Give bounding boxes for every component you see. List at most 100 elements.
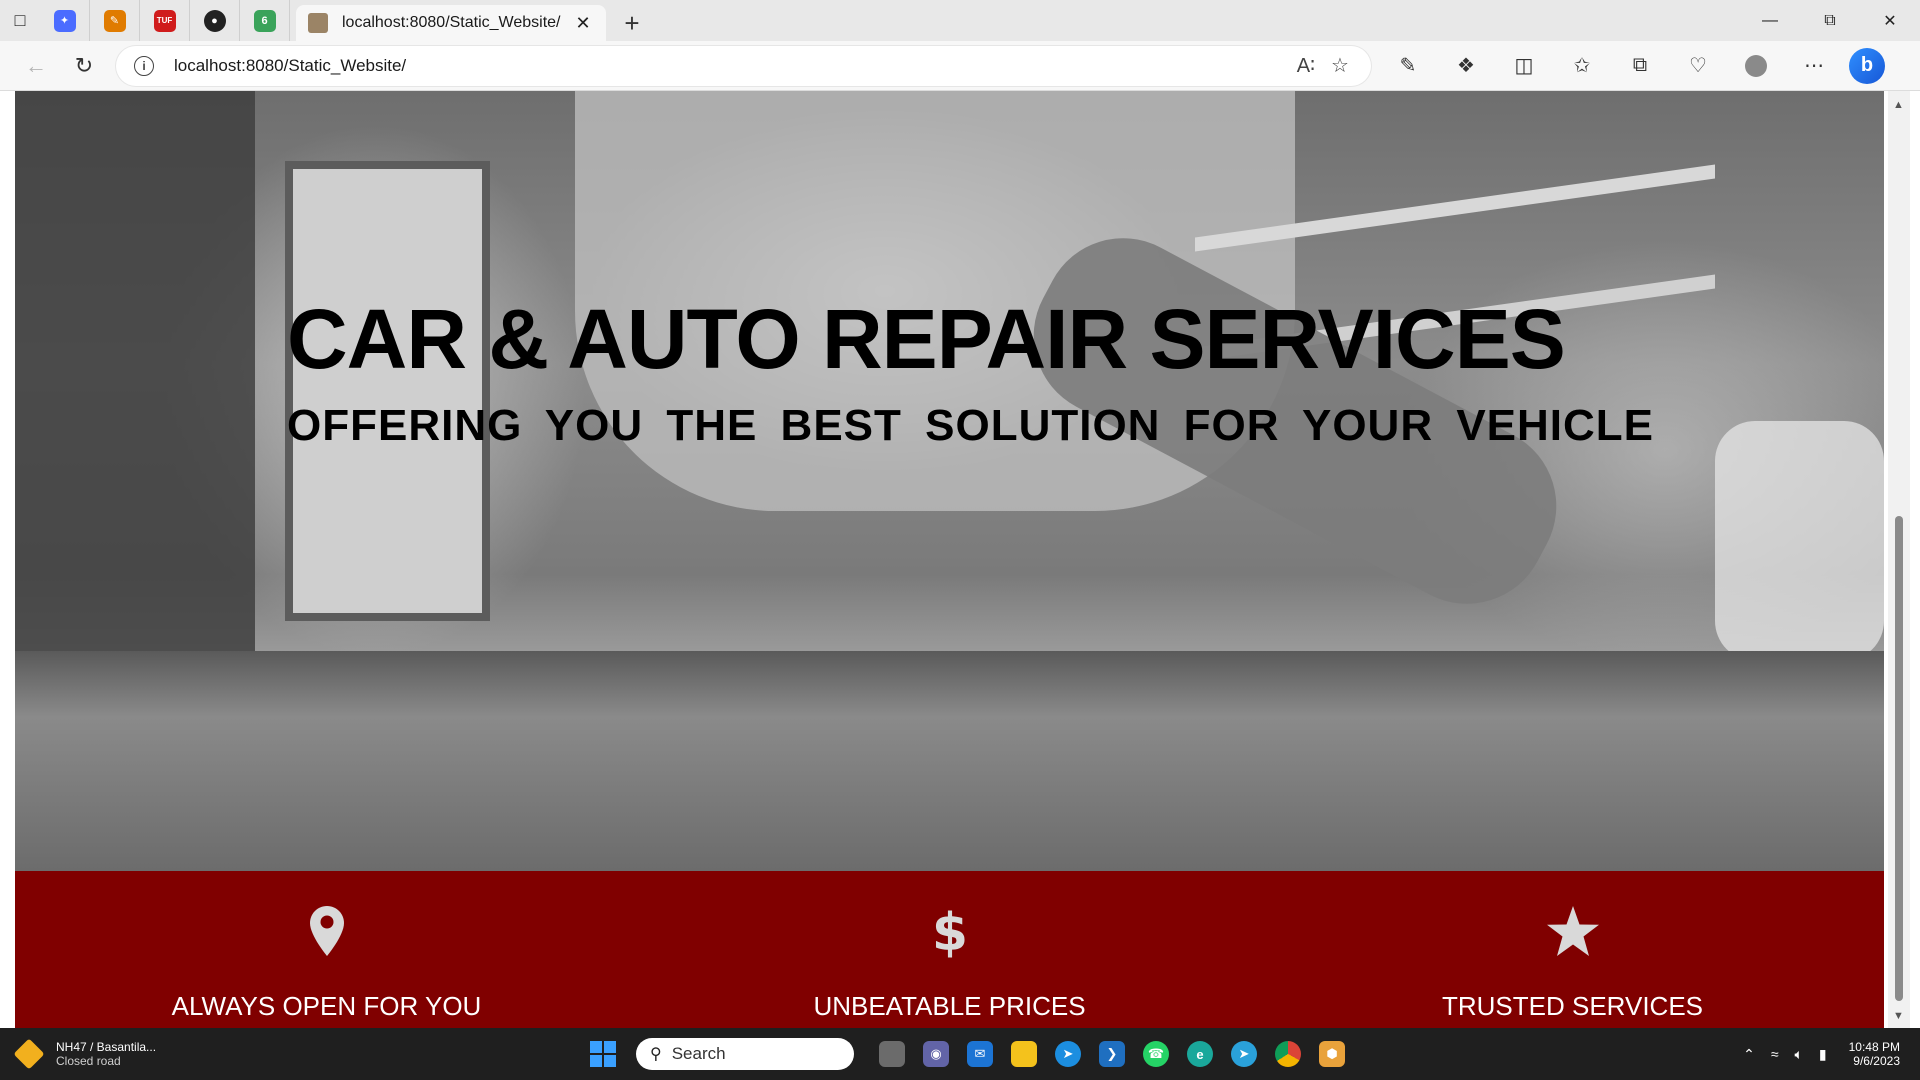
compass-glyph: ➤ (1055, 1041, 1081, 1067)
hero-background-shape (1715, 421, 1884, 661)
refresh-icon[interactable]: ↻ (60, 46, 108, 86)
feature-label: TRUSTED SERVICES (1441, 991, 1703, 1021)
telegram-icon[interactable]: ➤ (1222, 1032, 1266, 1076)
task-view-glyph (879, 1041, 905, 1067)
clock-date: 9/6/2023 (1853, 1054, 1900, 1068)
active-tab[interactable]: localhost:8080/Static_Website/ ✕ (296, 5, 606, 41)
search-input[interactable]: Search (672, 1044, 726, 1064)
favorites-icon[interactable]: ✩ (1553, 46, 1611, 86)
system-tray: ⌃ ≈ 🔈︎ ▮ 10:48 PM 9/6/2023 (1735, 1028, 1900, 1080)
more-options-icon[interactable]: ⋯ (1785, 46, 1843, 86)
search-icon: ⚲ (650, 1046, 662, 1063)
back-icon[interactable]: ← (12, 46, 60, 86)
hero-background-shape (285, 161, 490, 621)
clock[interactable]: 10:48 PM 9/6/2023 (1849, 1040, 1900, 1068)
mail-glyph: ✉ (967, 1041, 993, 1067)
clock-time: 10:48 PM (1848, 1040, 1900, 1054)
scroll-down-icon[interactable]: ▼ (1893, 1010, 1904, 1022)
address-toolbar: ← ↻ i localhost:8080/Static_Website/ A∶ … (0, 41, 1920, 91)
profile-icon[interactable] (1727, 46, 1785, 86)
taskbar-apps: ⚲ Search ◉ ✉ ➤ ❯ ☎ e ➤ ⬢ (590, 1028, 1354, 1080)
mail-icon[interactable]: ✉ (958, 1032, 1002, 1076)
leaf-icon: 6 (253, 9, 276, 32)
vscode-icon[interactable]: ❯ (1090, 1032, 1134, 1076)
pen-extension-icon[interactable]: ✎ (1379, 46, 1437, 86)
address-bar[interactable]: i localhost:8080/Static_Website/ A∶ ☆ (116, 45, 1371, 86)
brush-icon: ✎ (103, 9, 126, 32)
feature-trusted-services: TRUSTED SERVICES (1261, 871, 1884, 1028)
close-window-icon[interactable]: ✕ (1860, 0, 1920, 41)
task-view-icon[interactable] (870, 1032, 914, 1076)
hero-title: CAR & AUTO REPAIR SERVICES (287, 292, 1566, 386)
volume-icon[interactable]: 🔈︎ (1795, 1046, 1803, 1063)
road-warning-icon (13, 1038, 45, 1070)
favicon-icon (308, 13, 328, 33)
teams-glyph: ◉ (923, 1041, 949, 1067)
chevron-up-icon[interactable]: ⌃ (1743, 1046, 1755, 1063)
tab-title: localhost:8080/Static_Website/ (342, 14, 561, 31)
close-tab-icon[interactable]: ✕ (572, 13, 594, 34)
file-explorer-icon[interactable] (1002, 1032, 1046, 1076)
read-aloud-icon[interactable]: A∶ (1289, 53, 1323, 78)
avatar (1745, 54, 1767, 77)
edge-icon[interactable]: e (1178, 1032, 1222, 1076)
teams-icon[interactable]: ◉ (914, 1032, 958, 1076)
tab-bar: □ ✦ ✎ TUF ● 6 localhost:8080/Static_Webs… (0, 0, 1920, 41)
feature-unbeatable-prices: $ UNBEATABLE PRICES (638, 871, 1261, 1028)
pinned-tab-3[interactable]: TUF (140, 0, 190, 41)
tuf-icon: TUF (153, 9, 176, 32)
whatsapp-icon[interactable]: ☎ (1134, 1032, 1178, 1076)
battery-icon[interactable]: ▮ (1819, 1046, 1827, 1063)
bing-copilot-icon[interactable]: b (1849, 47, 1885, 84)
url-input[interactable]: localhost:8080/Static_Website/ (174, 56, 1289, 76)
feature-label: UNBEATABLE PRICES (813, 991, 1086, 1021)
vscode-glyph: ❯ (1099, 1041, 1125, 1067)
new-tab-button[interactable]: + (612, 5, 652, 41)
split-screen-icon[interactable]: ◫ (1495, 46, 1553, 86)
extensions-icon[interactable]: ❖ (1437, 46, 1495, 86)
app-extra-icon[interactable]: ⬢ (1310, 1032, 1354, 1076)
safari-icon[interactable]: ➤ (1046, 1032, 1090, 1076)
features-band: ALWAYS OPEN FOR YOU $ UNBEATABLE PRICES … (15, 871, 1884, 1028)
restore-icon[interactable]: ⧉ (1800, 0, 1860, 41)
page-viewport: CAR & AUTO REPAIR SERVICES OFFERING YOU … (0, 91, 1920, 1028)
browser-essentials-icon[interactable]: ♡ (1669, 46, 1727, 86)
scroll-thumb[interactable] (1895, 516, 1903, 1001)
taskbar-search[interactable]: ⚲ Search (636, 1038, 854, 1070)
star-icon (1546, 901, 1599, 961)
pinned-tab-1[interactable]: ✦ (40, 0, 90, 41)
pinned-tabs: ✦ ✎ TUF ● 6 (40, 0, 290, 41)
minimize-icon[interactable]: — (1740, 0, 1800, 41)
svg-text:$: $ (932, 904, 968, 958)
site-info-icon[interactable]: i (134, 55, 154, 76)
favorite-star-icon[interactable]: ☆ (1323, 53, 1357, 78)
github-icon: ● (203, 9, 226, 32)
location-pin-icon (309, 901, 344, 961)
pinned-tab-2[interactable]: ✎ (90, 0, 140, 41)
chrome-icon[interactable] (1266, 1032, 1310, 1076)
traffic-widget[interactable]: NH47 / Basantila... Closed road (13, 1038, 178, 1070)
collections-icon[interactable]: ⧉ (1611, 46, 1669, 86)
widget-title: NH47 / Basantila... (56, 1040, 157, 1054)
page-scrollbar[interactable]: ▲ ▼ (1888, 91, 1910, 1028)
tab-actions-icon[interactable]: □ (0, 0, 40, 41)
hero-background-shape (15, 651, 1884, 871)
telegram-glyph: ➤ (1231, 1041, 1257, 1067)
feather-icon: ✦ (53, 9, 76, 32)
taskbar: NH47 / Basantila... Closed road ⚲ Search… (0, 1028, 1920, 1080)
window-controls: — ⧉ ✕ (1740, 0, 1920, 41)
pinned-tab-4[interactable]: ● (190, 0, 240, 41)
whatsapp-glyph: ☎ (1143, 1041, 1169, 1067)
dollar-icon: $ (932, 901, 968, 961)
windows-start-icon[interactable] (590, 1041, 616, 1067)
hero-background-shape (15, 91, 255, 651)
scroll-up-icon[interactable]: ▲ (1893, 99, 1904, 111)
pinned-tab-5[interactable]: 6 (240, 0, 290, 41)
folder-glyph (1011, 1041, 1037, 1067)
hero-subtitle: OFFERING YOU THE BEST SOLUTION FOR YOUR … (287, 401, 1655, 450)
feature-always-open: ALWAYS OPEN FOR YOU (15, 871, 638, 1028)
app-extra-glyph: ⬢ (1319, 1041, 1345, 1067)
wifi-icon[interactable]: ≈ (1771, 1046, 1779, 1062)
feature-label: ALWAYS OPEN FOR YOU (171, 991, 482, 1021)
hero-section: CAR & AUTO REPAIR SERVICES OFFERING YOU … (15, 91, 1884, 871)
